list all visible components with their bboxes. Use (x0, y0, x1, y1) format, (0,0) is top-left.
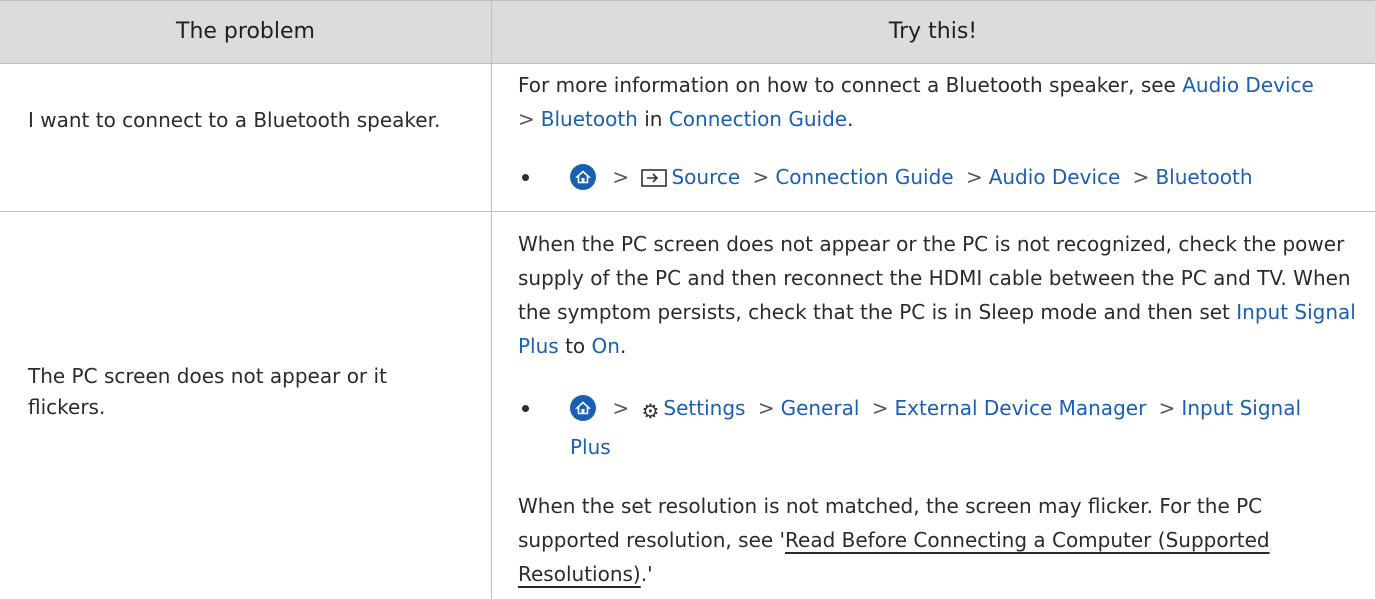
gear-icon: ⚙ (641, 399, 660, 423)
column-divider (491, 1, 492, 599)
chevron-right-icon: > (1132, 165, 1150, 189)
link-connection-guide[interactable]: Connection Guide (669, 107, 847, 131)
problem-bluetooth: I want to connect to a Bluetooth speaker… (28, 108, 441, 132)
bullet (522, 405, 529, 412)
path-general[interactable]: General (781, 396, 860, 420)
chevron-right-icon: > (871, 396, 889, 420)
chevron-right-icon: > (1158, 396, 1176, 420)
chevron-right-icon: > (757, 396, 775, 420)
link-audio-device[interactable]: Audio Device (1182, 73, 1314, 97)
pc-screen-info-text: When the PC screen does not appear or th… (518, 232, 1356, 358)
bullet (522, 174, 529, 181)
troubleshooting-table: The problem Try this! I want to connect … (0, 0, 1375, 599)
path-input-signal[interactable]: Input Signal (1181, 396, 1301, 420)
bluetooth-menu-path: > Source > Connection Guide > Audio Device… (518, 159, 1358, 195)
settings-menu-path: > ⚙ Settings > General > External Device Ma… (518, 390, 1358, 466)
path-audio-device[interactable]: Audio Device (989, 165, 1121, 189)
path-settings[interactable]: Settings (663, 396, 745, 420)
link-bluetooth[interactable]: Bluetooth (541, 107, 638, 131)
path-external-device-manager[interactable]: External Device Manager (895, 396, 1147, 420)
chevron-right-icon: > (518, 107, 535, 131)
chevron-right-icon: > (612, 396, 630, 420)
path-connection-guide[interactable]: Connection Guide (775, 165, 953, 189)
chevron-right-icon: > (965, 165, 983, 189)
chevron-right-icon: > (752, 165, 770, 189)
path-bluetooth[interactable]: Bluetooth (1155, 165, 1252, 189)
row-divider (0, 211, 1375, 212)
bluetooth-info-text: For more information on how to connect a… (518, 73, 1314, 131)
problem-pc-screen: The PC screen does not appear or it flic… (28, 364, 387, 419)
path-source[interactable]: Source (671, 165, 740, 189)
header-problem: The problem (176, 19, 315, 44)
chevron-right-icon: > (612, 165, 630, 189)
source-icon (641, 163, 668, 199)
home-icon (570, 395, 596, 421)
header-try-this: Try this! (888, 19, 978, 44)
table-header: The problem Try this! (0, 1, 1375, 64)
home-icon (570, 164, 596, 190)
link-on[interactable]: On (592, 334, 620, 358)
path-plus[interactable]: Plus (570, 435, 611, 459)
resolution-info-text: When the set resolution is not matched, … (518, 494, 1270, 586)
